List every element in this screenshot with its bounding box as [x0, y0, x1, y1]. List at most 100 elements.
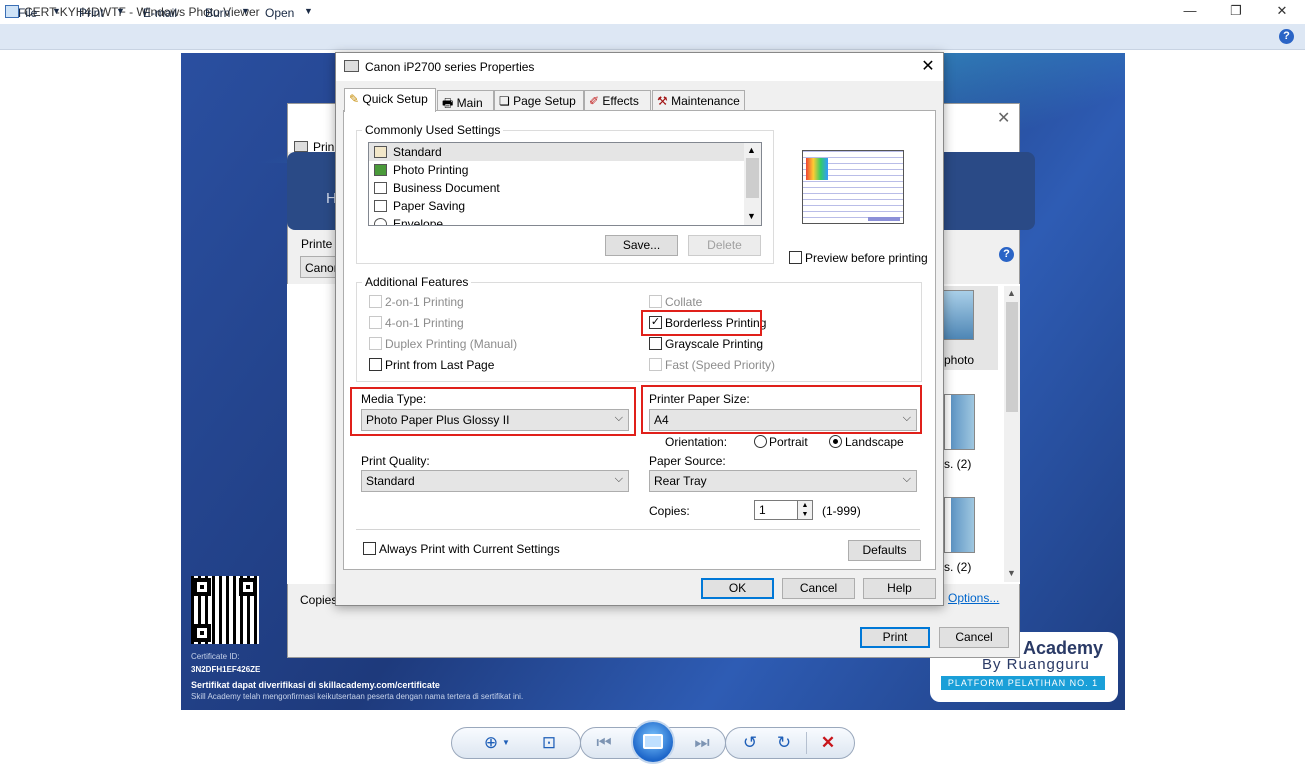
delete-settings-button[interactable]: Delete	[688, 235, 761, 256]
ok-button[interactable]: OK	[701, 578, 774, 599]
collate-checkbox[interactable]	[649, 295, 662, 308]
page-preview-color-block	[806, 158, 828, 180]
menu-file[interactable]: File	[18, 6, 37, 20]
fast-speed-priority-label: Fast (Speed Priority)	[665, 358, 776, 372]
four-on-one-label: 4-on-1 Printing	[385, 316, 464, 330]
common-settings-list[interactable]: Standard Photo Printing Business Documen…	[368, 142, 762, 226]
quick-setup-icon: ✎	[349, 92, 360, 106]
close-window-button[interactable]: ✕	[1259, 0, 1305, 24]
tab-page-setup[interactable]: ❏ Page Setup	[494, 90, 584, 111]
app-icon	[5, 5, 19, 18]
copies-input[interactable]: 1	[754, 500, 798, 520]
minimize-button[interactable]: —	[1167, 0, 1213, 24]
menu-burn[interactable]: Burn	[205, 6, 230, 20]
effects-icon: ✐	[589, 94, 600, 108]
list-item[interactable]: Envelope	[369, 215, 761, 225]
academy-logo-line2: By Ruangguru	[982, 656, 1090, 673]
menu-print[interactable]: Print	[79, 6, 104, 20]
list-item[interactable]: Business Document	[369, 179, 761, 197]
options-link[interactable]: Options...	[948, 591, 999, 605]
grayscale-printing-checkbox[interactable]	[649, 337, 662, 350]
list-scroll-thumb[interactable]	[746, 158, 759, 198]
business-document-icon	[374, 182, 387, 194]
list-item-label: Business Document	[393, 181, 500, 195]
copies-spinner[interactable]: ▲ ▼	[797, 500, 813, 520]
maximize-button[interactable]: ❐	[1213, 0, 1259, 24]
menu-open[interactable]: Open	[265, 6, 294, 20]
copies-label-partial: Copies	[300, 593, 338, 607]
preview-before-printing-label: Preview before printing	[805, 251, 928, 265]
print-pictures-cancel-button[interactable]: Cancel	[939, 627, 1009, 648]
preview-before-printing-checkbox[interactable]	[789, 251, 802, 264]
fast-speed-priority-checkbox[interactable]	[649, 358, 662, 371]
save-settings-button[interactable]: Save...	[605, 235, 678, 256]
zoom-dropdown-icon[interactable]: ▼	[502, 738, 510, 747]
list-scroll-down-icon[interactable]: ▼	[747, 211, 756, 221]
canon-close-button[interactable]: ✕	[918, 56, 938, 76]
list-scroll-up-icon[interactable]: ▲	[747, 145, 756, 155]
scroll-down-icon[interactable]: ▼	[1007, 568, 1016, 578]
next-icon[interactable]: ⏭	[690, 733, 714, 753]
duplex-printing-checkbox[interactable]	[369, 337, 382, 350]
envelope-icon	[374, 218, 387, 225]
chevron-down-icon: ⌵	[902, 473, 911, 485]
menu-file-arrow-icon[interactable]: ▼	[52, 6, 61, 16]
portrait-radio[interactable]	[754, 435, 767, 448]
certificate-id-label: Certificate ID:	[191, 652, 240, 661]
two-on-one-label: 2-on-1 Printing	[385, 295, 464, 309]
delete-icon[interactable]: ✕	[817, 733, 839, 753]
scroll-thumb[interactable]	[1006, 302, 1018, 412]
tab-maintenance[interactable]: ⚒ Maintenance	[652, 90, 745, 111]
menu-burn-arrow-icon[interactable]: ▼	[241, 6, 250, 16]
layout-thumb-label: s. (2)	[944, 560, 972, 574]
common-settings-label: Commonly Used Settings	[362, 123, 504, 137]
tab-page-setup-label: Page Setup	[513, 94, 576, 108]
canon-help-button[interactable]: Help	[863, 578, 936, 599]
tab-quick-setup-label: Quick Setup	[362, 92, 428, 106]
print-pictures-help-icon[interactable]: ?	[999, 247, 1014, 262]
list-item[interactable]: Standard	[369, 143, 761, 161]
printer-label: Printe	[301, 237, 333, 251]
printer-icon	[294, 141, 308, 152]
copies-range: (1-999)	[822, 504, 861, 518]
landscape-radio[interactable]	[829, 435, 842, 448]
page-preview-bar	[868, 217, 900, 221]
photo-printing-icon	[374, 164, 387, 176]
rotate-clockwise-icon[interactable]: ↻	[773, 733, 795, 753]
print-quality-select[interactable]: Standard ⌵	[361, 470, 629, 492]
tab-maintenance-label: Maintenance	[671, 94, 740, 108]
list-item-label: Paper Saving	[393, 199, 466, 213]
defaults-button[interactable]: Defaults	[848, 540, 921, 561]
zoom-icon[interactable]: ⊕	[480, 733, 502, 753]
menu-email[interactable]: E-mail	[143, 6, 177, 20]
actual-size-icon[interactable]: ⊡	[538, 733, 560, 753]
borderless-highlight	[641, 310, 762, 336]
print-button[interactable]: Print	[860, 627, 930, 648]
rotate-counterclockwise-icon[interactable]: ↺	[739, 733, 761, 753]
chevron-down-icon: ⌵	[614, 473, 623, 485]
previous-icon[interactable]: ⏮	[592, 733, 616, 753]
tab-effects[interactable]: ✐ Effects	[584, 90, 651, 111]
print-quality-value: Standard	[366, 474, 415, 488]
list-item[interactable]: Paper Saving	[369, 197, 761, 215]
scroll-up-icon[interactable]: ▲	[1007, 288, 1016, 298]
toolbar-pill-left	[451, 727, 581, 759]
print-from-last-page-checkbox[interactable]	[369, 358, 382, 371]
help-icon[interactable]: ?	[1279, 29, 1294, 44]
certificate-verify-text: Sertifikat dapat diverifikasi di skillac…	[191, 680, 440, 690]
always-print-checkbox[interactable]	[363, 542, 376, 555]
tab-main[interactable]: 🖶 Main	[437, 90, 494, 111]
menu-print-arrow-icon[interactable]: ▼	[116, 6, 125, 16]
list-item[interactable]: Photo Printing	[369, 161, 761, 179]
paper-source-select[interactable]: Rear Tray ⌵	[649, 470, 917, 492]
maintenance-icon: ⚒	[657, 94, 668, 108]
canon-cancel-button[interactable]: Cancel	[782, 578, 855, 599]
layout-thumb-image[interactable]	[944, 497, 975, 553]
layout-thumb-image[interactable]	[944, 394, 975, 450]
tab-quick-setup[interactable]: ✎ Quick Setup	[344, 88, 436, 112]
four-on-one-checkbox[interactable]	[369, 316, 382, 329]
print-pictures-close-icon[interactable]: ✕	[997, 108, 1010, 128]
menu-open-arrow-icon[interactable]: ▼	[304, 6, 313, 16]
two-on-one-checkbox[interactable]	[369, 295, 382, 308]
main-tab-icon: 🖶	[442, 96, 454, 110]
